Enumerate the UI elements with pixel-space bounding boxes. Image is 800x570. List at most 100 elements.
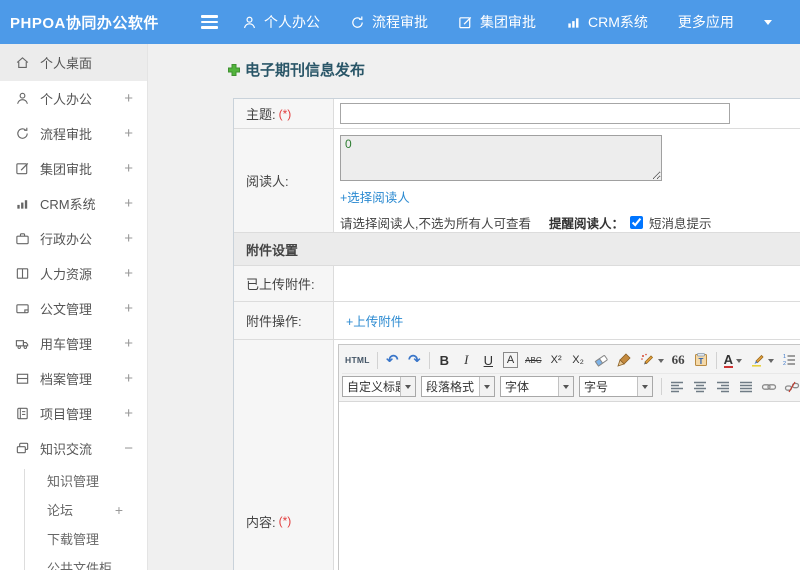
app-logo: PHPOA协同办公软件: [10, 14, 159, 32]
italic-button[interactable]: I: [456, 349, 477, 371]
readers-textarea[interactable]: 0: [340, 135, 662, 181]
subject-input[interactable]: [340, 103, 730, 124]
magic-pen-dropdown[interactable]: [636, 349, 667, 371]
attachment-section-header: 附件设置: [234, 233, 800, 266]
align-right-icon[interactable]: [712, 376, 734, 398]
expand-toggle[interactable]: +: [124, 335, 133, 352]
align-center-icon[interactable]: [689, 376, 711, 398]
subscript-button[interactable]: X₂: [568, 349, 589, 371]
sidebar-label: 公共文件柜: [47, 561, 113, 570]
insert-link-icon[interactable]: [758, 376, 780, 398]
select-readers-link[interactable]: +选择阅读人: [340, 187, 800, 206]
nav-workflow-approval[interactable]: 流程审批: [350, 12, 428, 32]
font-style-button[interactable]: A: [500, 349, 521, 371]
font-family-select[interactable]: 字体: [500, 376, 574, 397]
nav-personal-office[interactable]: 个人办公: [242, 12, 320, 32]
expand-toggle[interactable]: +: [124, 300, 133, 317]
chevron-down-icon: [637, 377, 652, 396]
paragraph-format-select[interactable]: 段落格式: [421, 376, 495, 397]
custom-heading-select[interactable]: 自定义标题: [342, 376, 416, 397]
font-color-dropdown[interactable]: A: [721, 349, 745, 371]
undo-icon[interactable]: ↶: [382, 349, 403, 371]
expand-toggle[interactable]: +: [124, 195, 133, 212]
content-row: 内容: (*) HTML ↶ ↷ B I U A ABC X² X₂ 66 T …: [234, 340, 800, 570]
sidebar-label: 档案管理: [40, 372, 93, 387]
sidebar-item-documents[interactable]: 公文管理 +: [0, 291, 147, 326]
sidebar-item-admin-office[interactable]: 行政办公 +: [0, 221, 147, 256]
editor-toolbar: HTML ↶ ↷ B I U A ABC X² X₂ 66 T A 1 2 自定…: [339, 345, 800, 402]
font-color-icon: A: [723, 351, 733, 368]
html-source-button[interactable]: HTML: [342, 349, 373, 371]
align-left-icon[interactable]: [666, 376, 688, 398]
ordered-list-dropdown[interactable]: 12: [778, 349, 800, 371]
sms-notify-label: 短消息提示: [649, 217, 712, 231]
upload-attachment-link[interactable]: +上传附件: [346, 311, 800, 330]
sidebar: 个人桌面 个人办公 + 流程审批 + 集团审批 + CRM系统 + 行政办公 +…: [0, 44, 148, 570]
truck-icon: [15, 340, 29, 349]
nav-label: CRM系统: [588, 14, 648, 30]
sidebar-subitem-forum[interactable]: 论坛 +: [0, 495, 147, 524]
bold-button[interactable]: B: [434, 349, 455, 371]
sms-notify-checkbox[interactable]: [630, 216, 643, 229]
expand-toggle[interactable]: +: [124, 265, 133, 282]
readers-label: 阅读人:: [234, 129, 334, 232]
subject-row: 主题: (*): [234, 99, 800, 129]
sidebar-item-crm[interactable]: CRM系统 +: [0, 186, 147, 221]
attachment-actions-label: 附件操作:: [234, 302, 334, 339]
editor-content-area[interactable]: [339, 402, 800, 570]
expand-toggle[interactable]: +: [124, 370, 133, 387]
paste-as-text-icon[interactable]: T: [690, 349, 712, 371]
sidebar-item-archives[interactable]: 档案管理 +: [0, 361, 147, 396]
sidebar-item-vehicles[interactable]: 用车管理 +: [0, 326, 147, 361]
nav-label: 流程审批: [372, 14, 428, 30]
sidebar-item-desktop[interactable]: 个人桌面: [0, 44, 147, 81]
sidebar-label: 行政办公: [40, 232, 93, 247]
nav-crm-system[interactable]: CRM系统: [566, 12, 648, 32]
subject-label: 主题: (*): [234, 99, 334, 128]
sidebar-label: 项目管理: [40, 407, 93, 422]
more-apps-dropdown[interactable]: [763, 16, 772, 29]
expand-toggle[interactable]: +: [124, 405, 133, 422]
layers-icon: [16, 442, 29, 454]
sidebar-item-knowledge[interactable]: 知识交流 −: [0, 431, 147, 466]
sidebar-item-projects[interactable]: 项目管理 +: [0, 396, 147, 431]
expand-toggle[interactable]: +: [124, 90, 133, 107]
rich-text-editor: HTML ↶ ↷ B I U A ABC X² X₂ 66 T A 1 2 自定…: [338, 344, 800, 570]
sidebar-item-workflow[interactable]: 流程审批 +: [0, 116, 147, 151]
nav-more-apps[interactable]: 更多应用: [678, 12, 734, 32]
sidebar-subitem-knowledge-mgmt[interactable]: 知识管理: [0, 466, 147, 495]
page-title: 电子期刊信息发布: [227, 59, 800, 80]
remove-format-eraser-icon[interactable]: [590, 349, 612, 371]
strikethrough-button[interactable]: ABC: [522, 349, 544, 371]
justify-icon[interactable]: [735, 376, 757, 398]
sidebar-item-hr[interactable]: 人力资源 +: [0, 256, 147, 291]
sidebar-label: CRM系统: [40, 197, 96, 212]
chevron-down-icon: [558, 377, 573, 396]
sidebar-item-personal-office[interactable]: 个人办公 +: [0, 81, 147, 116]
font-size-select[interactable]: 字号: [579, 376, 653, 397]
sidebar-item-group-approval[interactable]: 集团审批 +: [0, 151, 147, 186]
nav-label: 个人办公: [264, 14, 320, 30]
underline-button[interactable]: U: [478, 349, 499, 371]
hamburger-menu-icon[interactable]: [192, 7, 226, 37]
expand-toggle[interactable]: +: [124, 230, 133, 247]
nav-group-approval[interactable]: 集团审批: [458, 12, 536, 32]
sidebar-subitem-public-files[interactable]: 公共文件柜: [0, 553, 147, 570]
expand-toggle[interactable]: +: [124, 125, 133, 142]
knowledge-submenu: 知识管理 论坛 + 下载管理 公共文件柜: [0, 466, 147, 570]
bar-chart-icon: [17, 200, 28, 209]
expand-toggle[interactable]: +: [115, 502, 123, 518]
sidebar-label: 集团审批: [40, 162, 93, 177]
remove-link-icon[interactable]: [781, 376, 800, 398]
superscript-button[interactable]: X²: [546, 349, 567, 371]
expand-toggle[interactable]: +: [124, 160, 133, 177]
remind-readers-label: 提醒阅读人：: [548, 217, 624, 231]
blockquote-button[interactable]: 66: [668, 349, 689, 371]
highlight-color-dropdown[interactable]: [746, 349, 777, 371]
readers-row: 阅读人: 0 +选择阅读人 请选择阅读人,不选为所有人可查看 提醒阅读人： 短消…: [234, 129, 800, 233]
format-brush-icon[interactable]: [613, 349, 635, 371]
svg-text:T: T: [698, 357, 703, 366]
sidebar-subitem-downloads[interactable]: 下载管理: [0, 524, 147, 553]
redo-icon[interactable]: ↷: [404, 349, 425, 371]
expand-toggle[interactable]: −: [124, 440, 133, 457]
